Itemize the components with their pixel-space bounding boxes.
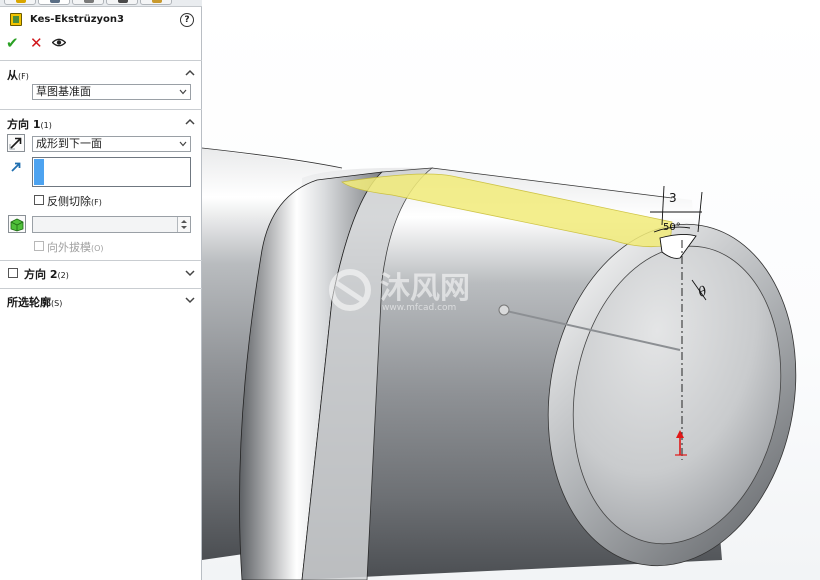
tab-display-manager[interactable]	[140, 0, 172, 5]
draft-outward-label: 向外拔模(O)	[47, 241, 104, 254]
chevron-down-icon	[179, 89, 187, 95]
flip-side-checkbox[interactable]	[34, 195, 44, 205]
chevron-down-icon	[179, 141, 187, 147]
cancel-button[interactable]: ✕	[30, 34, 43, 52]
selection-focus-bar	[34, 159, 44, 185]
ok-button[interactable]: ✔	[6, 34, 19, 52]
tab-property-manager[interactable]	[38, 0, 70, 5]
property-header: Kes-Ekstrüzyon3 ?	[8, 12, 198, 30]
chevron-up-icon[interactable]	[185, 69, 195, 77]
spinner-buttons[interactable]	[177, 217, 190, 232]
end-condition-value: 成形到下一面	[36, 137, 102, 150]
flip-side-label: 反侧切除(F)	[47, 195, 102, 208]
direction2-checkbox[interactable]	[8, 268, 18, 278]
selected-contours-section-title[interactable]: 所选轮廓(S)	[7, 294, 62, 310]
draft-outward-checkbox[interactable]	[34, 241, 44, 251]
manager-tabs	[0, 0, 202, 7]
dimension-label-1[interactable]: 3	[669, 191, 677, 205]
tab-dimxpert-manager[interactable]	[106, 0, 138, 5]
from-combobox[interactable]: 草图基准面	[32, 84, 191, 100]
end-condition-combobox[interactable]: 成形到下一面	[32, 136, 191, 152]
draft-angle-spinner[interactable]	[32, 216, 191, 233]
tab-feature-manager[interactable]	[4, 0, 36, 5]
help-icon[interactable]: ?	[180, 13, 194, 27]
direction1-section-title[interactable]: 方向 1(1)	[7, 116, 52, 132]
action-buttons: ✔ ✕	[6, 34, 96, 52]
graphics-viewport[interactable]: 3 50° θ 沐风网 www.mfcad.com	[202, 0, 820, 580]
spin-down-icon[interactable]	[180, 225, 188, 230]
face-selection-box[interactable]	[32, 157, 191, 187]
chevron-up-icon[interactable]	[185, 118, 195, 126]
watermark-url: www.mfcad.com	[382, 303, 456, 313]
property-manager-panel: Kes-Ekstrüzyon3 ? ✔ ✕ 从(F) 草图基准面 方向 1(1)…	[0, 0, 202, 580]
dimension-label-2[interactable]: 50°	[663, 222, 681, 233]
reverse-direction-icon[interactable]	[7, 134, 25, 152]
watermark-title: 沐风网	[380, 271, 470, 306]
arrow-select-icon	[11, 162, 21, 172]
from-section-title[interactable]: 从(F)	[7, 67, 29, 83]
chevron-down-icon[interactable]	[185, 269, 195, 277]
divider	[0, 109, 202, 110]
feature-title: Kes-Ekstrüzyon3	[30, 14, 125, 25]
model-view: 3 50° θ 沐风网 www.mfcad.com	[202, 147, 797, 580]
direction2-section-title[interactable]: 方向 2(2)	[24, 266, 69, 282]
from-value: 草图基准面	[36, 85, 91, 98]
tab-configuration-manager[interactable]	[72, 0, 104, 5]
divider	[0, 60, 202, 61]
chevron-down-icon[interactable]	[185, 296, 195, 304]
cut-extrude-icon	[10, 13, 22, 26]
draft-icon[interactable]	[8, 215, 26, 233]
divider	[0, 260, 202, 261]
preview-eye-icon[interactable]	[52, 38, 66, 47]
spin-up-icon[interactable]	[180, 219, 188, 224]
divider	[0, 288, 202, 289]
